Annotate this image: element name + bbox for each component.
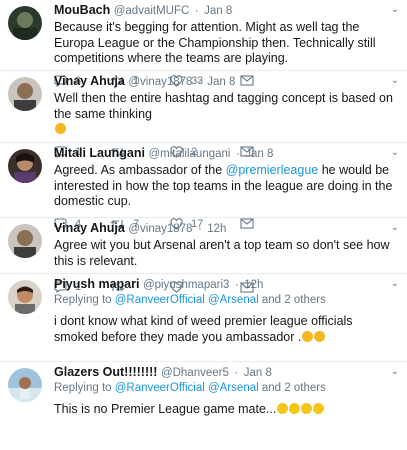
tweet[interactable]: ⌄ MouBach @advaitMUFC · Jan 8 Because it… — [0, 0, 407, 87]
display-name[interactable]: Vinay Ahuja — [54, 221, 125, 235]
avatar[interactable] — [8, 149, 42, 183]
avatar[interactable] — [8, 77, 42, 111]
avatar[interactable] — [8, 224, 42, 258]
user-handle[interactable]: @vinay1878 — [128, 223, 192, 235]
user-handle[interactable]: @Dhanveer5 — [161, 367, 229, 379]
chevron-down-icon[interactable]: ⌄ — [391, 222, 399, 233]
timestamp[interactable]: Jan 8 — [204, 5, 232, 17]
replying-to-suffix[interactable]: and 2 others — [259, 294, 326, 306]
mention-link[interactable]: @premierleague — [226, 163, 319, 177]
chevron-down-icon[interactable]: ⌄ — [391, 278, 399, 289]
tweet[interactable]: ⌄ Mitali Laungani @mitalilaungani · Jan … — [0, 143, 407, 230]
emoji-thinking-icon — [314, 330, 326, 342]
display-name[interactable]: Glazers Out!!!!!!!! — [54, 365, 157, 379]
emoji-thinking-icon — [302, 330, 314, 342]
tweet-text: This is no Premier League game mate... — [54, 402, 399, 418]
separator-dot: · — [234, 367, 239, 379]
chevron-down-icon[interactable]: ⌄ — [391, 366, 399, 377]
tweet-text: Well then the entire hashtag and tagging… — [54, 91, 399, 138]
tweet-header: Mitali Laungani @mitalilaungani · Jan 8 — [54, 146, 399, 162]
display-name[interactable]: Mitali Laungani — [54, 146, 145, 160]
emoji-laughing-icon — [289, 403, 301, 414]
tweet-text-body: Well then the entire hashtag and tagging… — [54, 91, 393, 121]
separator-dot: · — [197, 76, 202, 88]
display-name[interactable]: MouBach — [54, 3, 110, 17]
replying-to-users[interactable]: @RanveerOfficial @Arsenal — [115, 382, 259, 394]
separator-dot: · — [234, 279, 239, 291]
separator-dot: · — [194, 5, 199, 17]
tweet-header: Piyush mapari @piyushmapari3 · 12h — [54, 277, 399, 293]
reply-feed: ⌄ MouBach @advaitMUFC · Jan 8 Because it… — [0, 0, 407, 450]
emoji-laughing-icon — [313, 403, 325, 414]
user-handle[interactable]: @piyushmapari3 — [143, 279, 229, 291]
replying-to-users[interactable]: @RanveerOfficial @Arsenal — [115, 294, 259, 306]
tweet[interactable]: ⌄ Piyush mapari @piyushmapari3 · 12h Rep… — [0, 274, 407, 362]
tweet[interactable]: ⌄ Glazers Out!!!!!!!! @Dhanveer5 · Jan 8… — [0, 362, 407, 450]
replying-to: Replying to @RanveerOfficial @Arsenal an… — [54, 293, 399, 308]
tweet-text-body: This is no Premier League game mate... — [54, 402, 277, 416]
display-name[interactable]: Piyush mapari — [54, 277, 139, 291]
emoji-thinking-icon — [55, 123, 66, 134]
tweet-text: Agree wit you but Arsenal aren't a top t… — [54, 238, 390, 268]
replying-to-suffix[interactable]: and 2 others — [259, 382, 326, 394]
avatar[interactable] — [8, 6, 42, 40]
tweet[interactable]: ⌄ Vinay Ahuja @vinay1878 · Jan 8 Well th… — [0, 71, 407, 158]
tweet[interactable]: ⌄ Vinay Ahuja @vinay1878 · 12h Agree wit… — [0, 218, 407, 293]
separator-dot: · — [197, 223, 202, 235]
chevron-down-icon[interactable]: ⌄ — [391, 75, 399, 86]
user-handle[interactable]: @advaitMUFC — [114, 5, 190, 17]
chevron-down-icon[interactable]: ⌄ — [391, 147, 399, 158]
timestamp[interactable]: 12h — [244, 279, 263, 291]
avatar[interactable] — [8, 280, 42, 314]
tweet-header: Vinay Ahuja @vinay1878 · Jan 8 — [54, 74, 399, 90]
separator-dot: · — [235, 148, 240, 160]
replying-to-prefix: Replying to — [54, 382, 115, 394]
replying-to-prefix: Replying to — [54, 294, 115, 306]
chevron-down-icon[interactable]: ⌄ — [391, 4, 399, 15]
display-name[interactable]: Vinay Ahuja — [54, 74, 125, 88]
tweet-header: MouBach @advaitMUFC · Jan 8 — [54, 3, 399, 19]
avatar[interactable] — [8, 368, 42, 402]
timestamp[interactable]: 12h — [207, 223, 226, 235]
tweet-text: i dont know what kind of weed premier le… — [54, 314, 399, 345]
tweet-text: Agreed. As ambassador of the @premierlea… — [54, 163, 399, 210]
tweet-header: Vinay Ahuja @vinay1878 · 12h — [54, 221, 399, 237]
timestamp[interactable]: Jan 8 — [245, 148, 273, 160]
timestamp[interactable]: Jan 8 — [207, 76, 235, 88]
user-handle[interactable]: @vinay1878 — [128, 76, 192, 88]
emoji-laughing-icon — [277, 403, 289, 414]
tweet-header: Glazers Out!!!!!!!! @Dhanveer5 · Jan 8 — [54, 365, 399, 381]
timestamp[interactable]: Jan 8 — [244, 367, 272, 379]
user-handle[interactable]: @mitalilaungani — [148, 148, 230, 160]
tweet-text: Because it's begging for attention. Migh… — [54, 20, 376, 65]
emoji-laughing-icon — [301, 403, 313, 414]
replying-to: Replying to @RanveerOfficial @Arsenal an… — [54, 381, 399, 396]
tweet-text-part: Agreed. As ambassador of the — [54, 163, 226, 177]
